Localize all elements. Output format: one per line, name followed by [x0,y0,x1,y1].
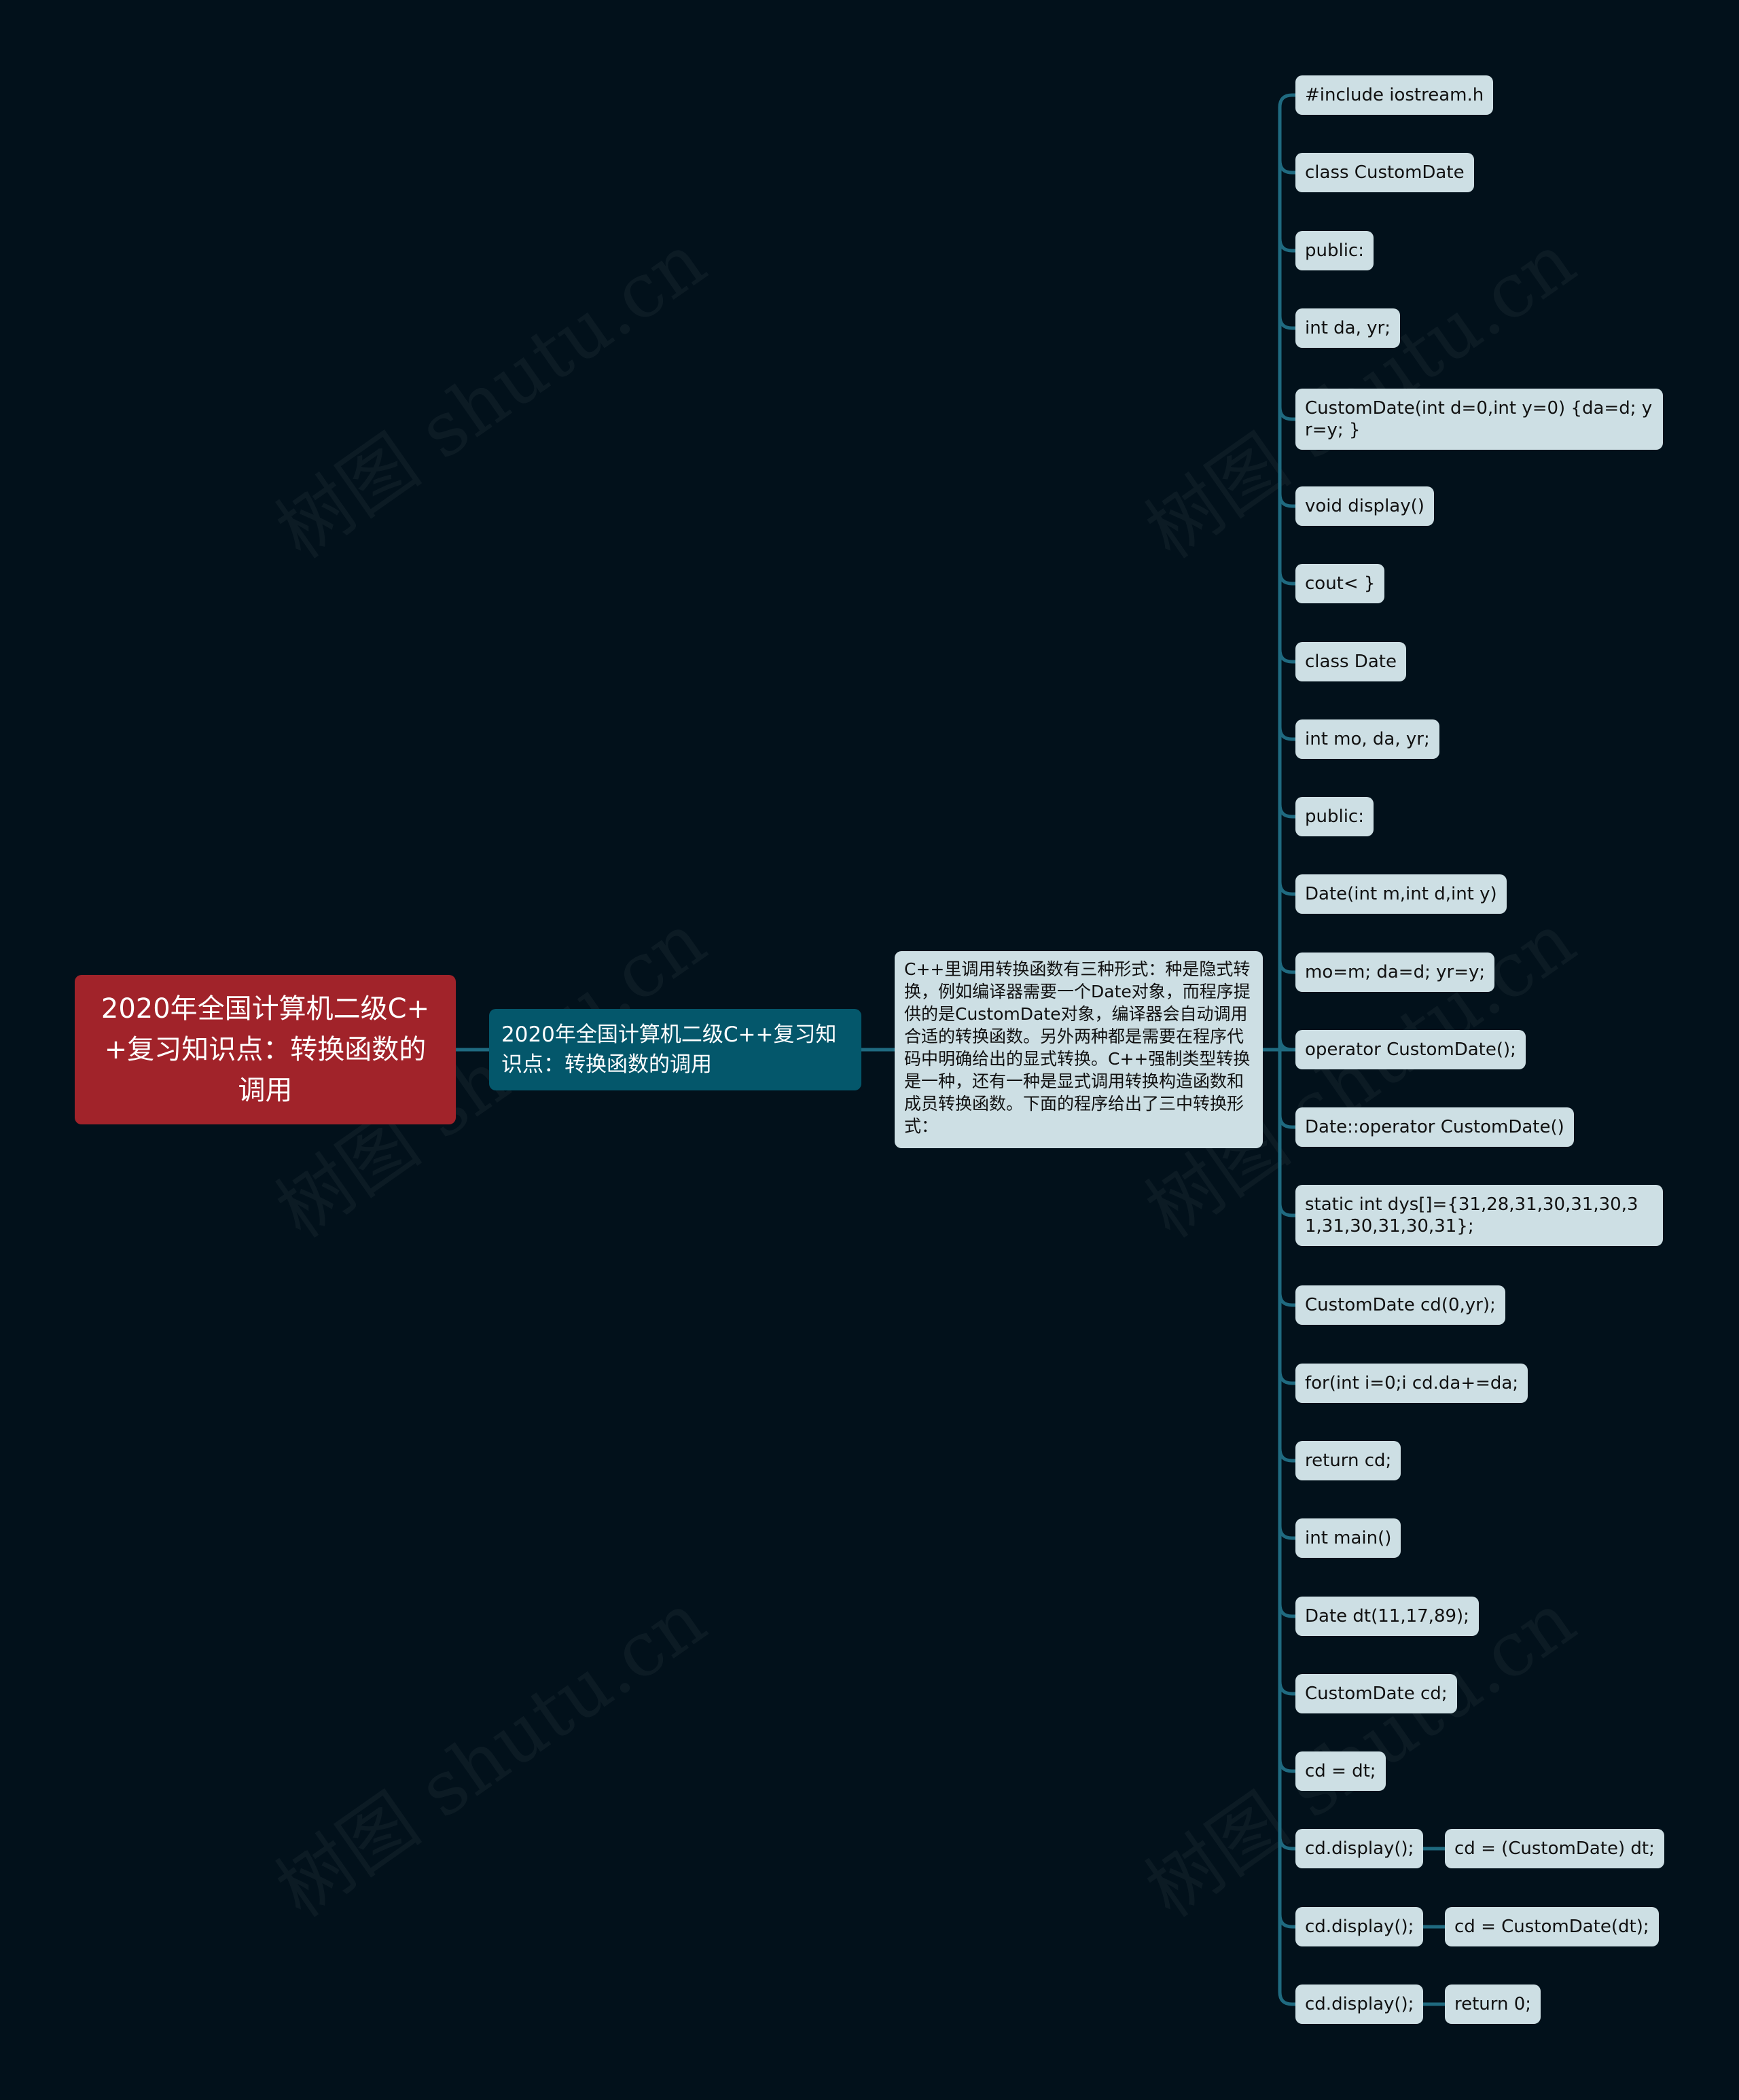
leaf-connector [1278,1681,1295,1696]
code-leaf-node[interactable]: class CustomDate [1295,153,1474,192]
code-leaf-node[interactable]: static int dys[]={31,28,31,30,31,30,31,3… [1295,1185,1663,1246]
watermark: 树图 shutu.cn [251,202,723,578]
code-leaf-node[interactable]: CustomDate(int d=0,int y=0) {da=d; yr=y;… [1295,389,1663,450]
leaf-connector [1278,1037,1295,1052]
leaf-connector [1278,406,1295,421]
code-leaf-node[interactable]: mo=m; da=d; yr=y; [1295,953,1495,992]
leaf-connector [1278,1836,1295,1851]
code-leaf-label: #include iostream.h [1305,85,1484,105]
code-leaf-node[interactable]: int main() [1295,1518,1401,1558]
leaf-connector [1278,881,1295,896]
branch-topic-label: 2020年全国计算机二级C++复习知识点：转换函数的调用 [501,1022,837,1077]
code-subleaf-label: return 0; [1454,1994,1532,2014]
leaf-connector [1278,1991,1295,2006]
code-leaf-node[interactable]: Date(int m,int d,int y) [1295,874,1507,914]
code-leaf-node[interactable]: cout< } [1295,564,1385,603]
code-leaf-node[interactable]: void display() [1295,486,1434,526]
code-leaf-label: int da, yr; [1305,318,1391,338]
code-leaf-label: Date dt(11,17,89); [1305,1606,1469,1626]
code-subleaf-label: cd = (CustomDate) dt; [1454,1838,1655,1859]
code-leaf-label: int mo, da, yr; [1305,729,1430,749]
leaf-connector [1278,238,1295,253]
code-leaf-label: public: [1305,241,1364,261]
code-leaf-node[interactable]: cd.display(); [1295,1985,1424,2024]
code-subleaf-node[interactable]: cd = (CustomDate) dt; [1445,1829,1664,1868]
code-leaf-label: int main() [1305,1528,1392,1548]
leaf-connector [1278,959,1295,974]
code-leaf-node[interactable]: cd = dt; [1295,1751,1386,1791]
code-leaf-label: cout< } [1305,573,1376,594]
code-subleaf-node[interactable]: cd = CustomDate(dt); [1445,1907,1659,1946]
code-leaf-label: CustomDate cd(0,yr); [1305,1295,1496,1315]
code-leaf-label: Date(int m,int d,int y) [1305,884,1497,904]
code-leaf-node[interactable]: cd.display(); [1295,1907,1424,1946]
code-leaf-node[interactable]: cd.display(); [1295,1829,1424,1868]
leaf-connector [1278,493,1295,508]
code-leaf-node[interactable]: int da, yr; [1295,308,1400,348]
code-leaf-node[interactable]: #include iostream.h [1295,75,1494,115]
code-leaf-label: CustomDate cd; [1305,1684,1448,1704]
leaf-connector [1278,1370,1295,1385]
root-topic-label: 2020年全国计算机二级C++复习知识点：转换函数的调用 [101,993,430,1106]
code-leaf-label: cd.display(); [1305,1917,1414,1937]
code-leaf-node[interactable]: class Date [1295,642,1406,681]
code-leaf-label: operator CustomDate(); [1305,1039,1516,1060]
code-leaf-label: mo=m; da=d; yr=y; [1305,962,1486,982]
code-leaf-label: class CustomDate [1305,162,1465,183]
leaf-connector [1278,160,1295,175]
code-leaf-node[interactable]: CustomDate cd(0,yr); [1295,1285,1505,1325]
code-leaf-label: cd = dt; [1305,1761,1376,1781]
leaf-connector [1278,1603,1295,1618]
code-leaf-label: CustomDate(int d=0,int y=0) {da=d; yr=y;… [1305,398,1653,440]
code-leaf-node[interactable]: return cd; [1295,1441,1401,1480]
leaf-connector [1278,1203,1295,1217]
leaf-connector [1278,1525,1295,1540]
code-leaf-node[interactable]: public: [1295,231,1374,270]
leaf-connector [1278,571,1295,586]
code-leaf-node[interactable]: Date::operator CustomDate() [1295,1107,1574,1147]
leaf-connector [1278,1758,1295,1773]
leaf-connector [1278,1114,1295,1129]
leaf-connector [1278,1292,1295,1307]
code-leaf-node[interactable]: int mo, da, yr; [1295,719,1439,759]
code-leaf-node[interactable]: CustomDate cd; [1295,1674,1457,1713]
code-leaf-label: public: [1305,806,1364,827]
code-leaf-label: for(int i=0;i cd.da+=da; [1305,1373,1519,1393]
code-subleaf-label: cd = CustomDate(dt); [1454,1917,1649,1937]
leaf-connector [1278,804,1295,819]
code-leaf-label: Date::operator CustomDate() [1305,1117,1564,1137]
branch-topic-node[interactable]: 2020年全国计算机二级C++复习知识点：转换函数的调用 [489,1009,861,1090]
code-leaf-node[interactable]: public: [1295,797,1374,836]
code-leaf-label: static int dys[]={31,28,31,30,31,30,31,3… [1305,1194,1638,1236]
code-leaf-node[interactable]: for(int i=0;i cd.da+=da; [1295,1364,1528,1403]
code-leaf-label: class Date [1305,652,1397,672]
code-subleaf-node[interactable]: return 0; [1445,1985,1541,2024]
leaf-connector [1278,1448,1295,1463]
leaf-connector [1278,93,1295,108]
leaf-connector [1278,1914,1295,1929]
leaf-connector [1278,726,1295,741]
leaf-connector [1278,315,1295,330]
code-leaf-label: return cd; [1305,1451,1392,1471]
code-leaf-label: void display() [1305,496,1424,516]
watermark: 树图 shutu.cn [251,1561,723,1937]
code-leaf-node[interactable]: Date dt(11,17,89); [1295,1597,1479,1636]
code-leaf-label: cd.display(); [1305,1838,1414,1859]
code-leaf-label: cd.display(); [1305,1994,1414,2014]
code-leaf-node[interactable]: operator CustomDate(); [1295,1030,1526,1069]
leaf-connector [1278,649,1295,664]
description-node[interactable]: C++里调用转换函数有三种形式：种是隐式转换，例如编译器需要一个Date对象，而… [895,951,1263,1148]
root-topic-node[interactable]: 2020年全国计算机二级C++复习知识点：转换函数的调用 [75,975,456,1124]
description-text: C++里调用转换函数有三种形式：种是隐式转换，例如编译器需要一个Date对象，而… [904,959,1251,1136]
